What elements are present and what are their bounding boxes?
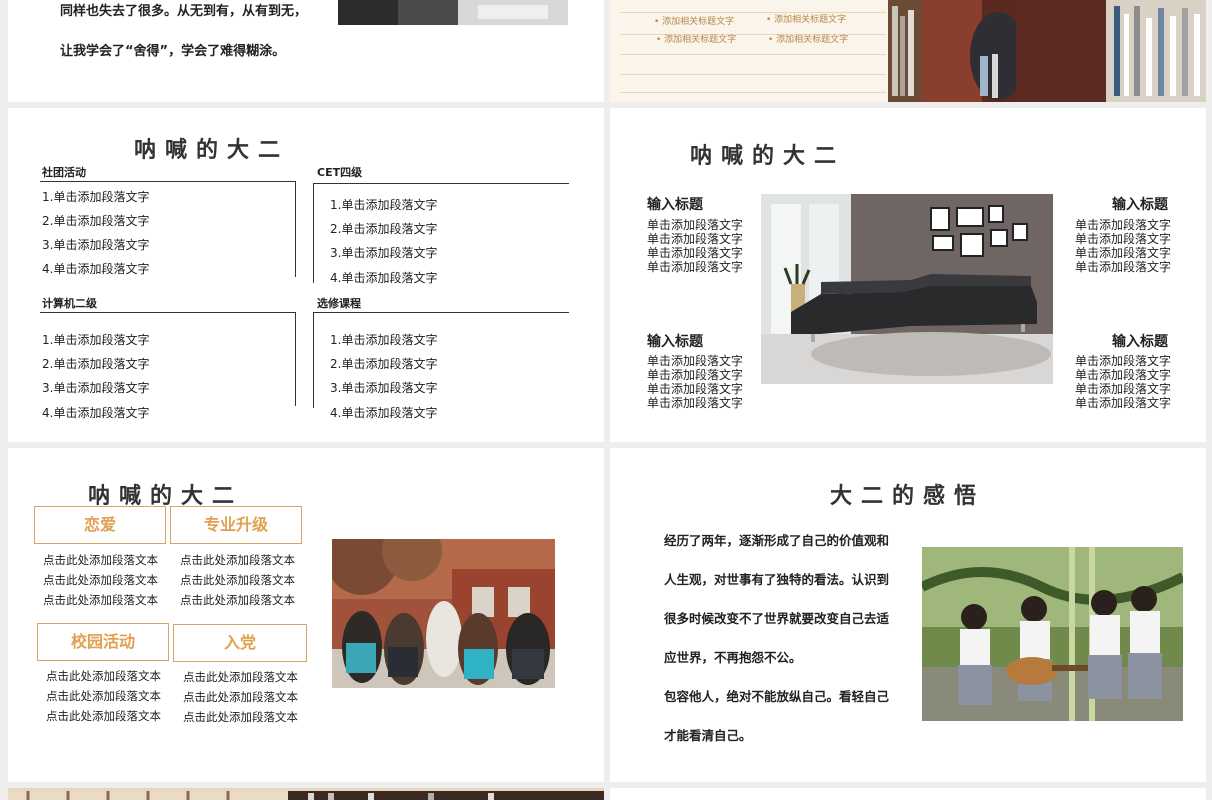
slide1-photo — [338, 0, 568, 25]
slide5-body-party: 点击此处添加段落文本 点击此处添加段落文本 点击此处添加段落文本 — [183, 670, 298, 724]
slide4-body-tl: 单击添加段落文字 单击添加段落文字 单击添加段落文字 单击添加段落文字 — [647, 218, 744, 274]
slide-3[interactable]: 呐喊的大二 社团活动 1.单击添加段落文字 2.单击添加段落文字 3.单击添加段… — [8, 108, 604, 442]
slide6-line-1: 经历了两年，逐渐形成了自己的价值观和 — [664, 533, 890, 548]
slide-7[interactable] — [8, 788, 604, 800]
slide4-body-br: 单击添加段落文字 单击添加段落文字 单击添加段落文字 单击添加段落文字 — [1075, 354, 1172, 410]
slide3-s2-item-2: 2.单击添加段落文字 — [330, 222, 438, 236]
slide3-s2-item-1: 1.单击添加段落文字 — [330, 198, 438, 212]
slide3-s3-item-3: 3.单击添加段落文字 — [42, 381, 150, 395]
slide4-body-tr: 单击添加段落文字 单击添加段落文字 单击添加段落文字 单击添加段落文字 — [1075, 218, 1172, 274]
slide3-section-label-3: 计算机二级 — [42, 297, 97, 310]
slide3-s4-item-4: 4.单击添加段落文字 — [330, 406, 438, 420]
slide5-box-major: 专业升级 — [170, 506, 302, 544]
slide3-s4-item-1: 1.单击添加段落文字 — [330, 333, 438, 347]
slide3-s3-item-4: 4.单击添加段落文字 — [42, 406, 150, 420]
slide3-s3-item-2: 2.单击添加段落文字 — [42, 357, 150, 371]
slide-2[interactable]: • 添加相关标题文字 • 添加相关标题文字 • 添加相关标题文字 • 添加相关标… — [610, 0, 1206, 102]
slide6-line-2: 人生观，对世事有了独特的看法。认识到 — [664, 572, 890, 587]
slide3-s2-item-4: 4.单击添加段落文字 — [330, 271, 438, 285]
slide6-line-4: 应世界，不再抱怨不公。 — [664, 650, 802, 665]
slide-8[interactable] — [610, 788, 1206, 800]
slide4-heading-bl: 输入标题 — [647, 334, 703, 350]
slide3-s1-item-2: 2.单击添加段落文字 — [42, 214, 150, 228]
slide3-s1-item-4: 4.单击添加段落文字 — [42, 262, 150, 276]
slide-1[interactable]: 同样也失去了很多。从无到有，从有到无， 让我学会了“舍得”，学会了难得糊涂。 — [8, 0, 604, 102]
slide2-item-1: • 添加相关标题文字 — [654, 17, 735, 27]
slide1-line-2: 让我学会了“舍得”，学会了难得糊涂。 — [60, 44, 286, 59]
slide2-item-4: • 添加相关标题文字 — [768, 35, 849, 45]
slide-5[interactable]: 呐喊的大二 恋爱 点击此处添加段落文本 点击此处添加段落文本 点击此处添加段落文本 … — [8, 448, 604, 782]
slide5-body-love: 点击此处添加段落文本 点击此处添加段落文本 点击此处添加段落文本 — [43, 553, 158, 607]
slide3-section-label-1: 社团活动 — [42, 166, 86, 179]
slide3-s1-item-1: 1.单击添加段落文字 — [42, 190, 150, 204]
slide1-line-1: 同样也失去了很多。从无到有，从有到无， — [60, 4, 308, 19]
slide5-box-party: 入党 — [173, 624, 307, 662]
slide3-s3-item-1: 1.单击添加段落文字 — [42, 333, 150, 347]
slide3-s4-item-3: 3.单击添加段落文字 — [330, 381, 438, 395]
slide4-sofa-photo — [761, 194, 1053, 384]
slide-4[interactable]: 呐喊的大二 输入标题 单击添加段落文字 单击添加段落文字 单击添加段落文字 单击添加段… — [610, 108, 1206, 442]
slide5-body-major: 点击此处添加段落文本 点击此处添加段落文本 点击此处添加段落文本 — [180, 553, 295, 607]
slide2-item-3: • 添加相关标题文字 — [656, 35, 737, 45]
slide2-bookshelf-photo — [888, 0, 1206, 102]
slide4-heading-tr: 输入标题 — [1112, 197, 1168, 213]
slide3-title: 呐喊的大二 — [134, 138, 290, 163]
slide2-item-2: • 添加相关标题文字 — [766, 15, 847, 25]
slide7-partial-photo — [8, 791, 604, 800]
slide6-title: 大二的感悟 — [830, 484, 986, 509]
slide5-body-campus: 点击此处添加段落文本 点击此处添加段落文本 点击此处添加段落文本 — [46, 669, 161, 723]
slide6-girls-photo — [922, 547, 1183, 721]
slide6-line-5: 包容他人，绝对不能放纵自己。看轻自己 — [664, 689, 890, 704]
slide3-section-label-2: CET四级 — [317, 166, 363, 179]
slide4-heading-tl: 输入标题 — [647, 197, 703, 213]
slide2-lined-panel: • 添加相关标题文字 • 添加相关标题文字 • 添加相关标题文字 • 添加相关标… — [620, 0, 886, 102]
slide3-s1-item-3: 3.单击添加段落文字 — [42, 238, 150, 252]
slide5-box-campus: 校园活动 — [37, 623, 169, 661]
slide3-s2-item-3: 3.单击添加段落文字 — [330, 246, 438, 260]
slide6-line-6: 才能看清自己。 — [664, 728, 752, 743]
slide5-box-love: 恋爱 — [34, 506, 166, 544]
slide3-section-label-4: 选修课程 — [317, 297, 361, 310]
slide6-line-3: 很多时候改变不了世界就要改变自己去适 — [664, 611, 890, 626]
slide-6[interactable]: 大二的感悟 经历了两年，逐渐形成了自己的价值观和 人生观，对世事有了独特的看法。… — [610, 448, 1206, 782]
slide3-s4-item-2: 2.单击添加段落文字 — [330, 357, 438, 371]
slide4-title: 呐喊的大二 — [690, 144, 846, 169]
slide4-body-bl: 单击添加段落文字 单击添加段落文字 单击添加段落文字 单击添加段落文字 — [647, 354, 744, 410]
slide5-students-photo — [332, 539, 555, 688]
slide4-heading-br: 输入标题 — [1112, 334, 1168, 350]
